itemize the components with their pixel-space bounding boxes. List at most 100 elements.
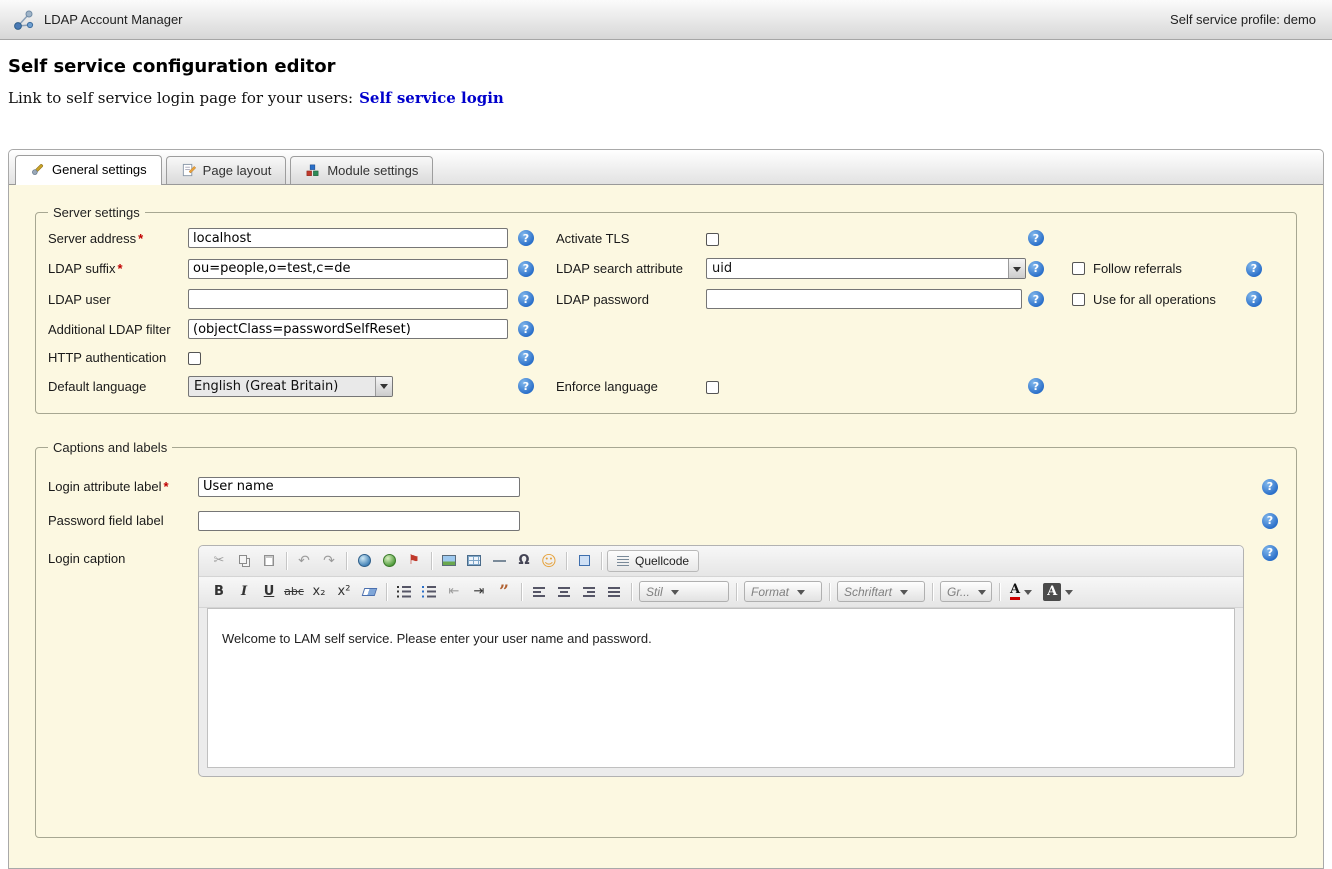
format-dropdown[interactable]: Format <box>744 581 822 602</box>
tab-general-settings[interactable]: General settings <box>15 155 162 185</box>
blockquote-icon[interactable]: ” <box>492 581 516 603</box>
eraser-icon-shape <box>361 588 377 596</box>
login-attribute-input[interactable] <box>198 477 520 497</box>
link-icon[interactable] <box>352 550 376 572</box>
help-icon[interactable]: ? <box>518 350 534 366</box>
bold-icon[interactable]: B <box>207 581 231 603</box>
italic-icon[interactable]: I <box>232 581 256 603</box>
outdent-icon[interactable]: ⇤ <box>442 581 466 603</box>
superscript-icon[interactable]: x² <box>332 581 356 603</box>
maximize-icon[interactable] <box>572 550 596 572</box>
align-right-icon-shape <box>583 587 595 597</box>
source-button[interactable]: Quellcode <box>607 550 699 572</box>
indent-icon[interactable]: ⇥ <box>467 581 491 603</box>
style-dropdown-label: Stil <box>646 585 663 599</box>
help-icon[interactable]: ? <box>1246 261 1262 277</box>
follow-referrals-checkbox[interactable] <box>1072 262 1085 275</box>
editor-toolbar-1: ✂ ↶ ↷ ⚑ Ω <box>199 546 1243 577</box>
dropdown-arrow-icon <box>797 590 805 599</box>
editor-content-text: Welcome to LAM self service. Please ente… <box>222 631 652 646</box>
password-field-label-input[interactable] <box>198 511 520 531</box>
help-icon[interactable]: ? <box>518 291 534 307</box>
tab-page-layout[interactable]: Page layout <box>166 156 287 184</box>
enforce-language-checkbox[interactable] <box>706 381 719 394</box>
self-service-login-link[interactable]: Self service login <box>359 89 504 107</box>
required-marker: * <box>163 479 168 494</box>
required-marker: * <box>117 261 122 276</box>
underline-icon[interactable]: U <box>257 581 281 603</box>
default-language-label: Default language <box>48 379 188 394</box>
toolbar-separator <box>346 552 347 570</box>
help-icon[interactable]: ? <box>518 321 534 337</box>
help-icon[interactable]: ? <box>1262 545 1278 561</box>
activate-tls-checkbox[interactable] <box>706 233 719 246</box>
align-left-icon[interactable] <box>527 581 551 603</box>
help-icon[interactable]: ? <box>518 230 534 246</box>
smiley-icon[interactable]: ☺ <box>537 550 561 572</box>
tools-icon <box>30 162 45 177</box>
anchor-icon[interactable]: ⚑ <box>402 550 426 572</box>
help-icon[interactable]: ? <box>1262 513 1278 529</box>
help-icon[interactable]: ? <box>1028 261 1044 277</box>
use-for-all-operations-checkbox[interactable] <box>1072 293 1085 306</box>
server-address-input[interactable] <box>188 228 508 248</box>
settings-tabs-widget: General settings Page layout Module sett… <box>8 149 1324 869</box>
cut-icon[interactable]: ✂ <box>207 550 231 572</box>
help-icon[interactable]: ? <box>1028 291 1044 307</box>
align-justify-icon[interactable] <box>602 581 626 603</box>
ldap-suffix-input[interactable] <box>188 259 508 279</box>
undo-icon[interactable]: ↶ <box>292 550 316 572</box>
dropdown-arrow-icon <box>900 590 908 599</box>
horizontal-rule-icon[interactable] <box>487 550 511 572</box>
bulleted-list-icon[interactable] <box>417 581 441 603</box>
lam-logo-icon <box>12 8 36 32</box>
align-right-icon[interactable] <box>577 581 601 603</box>
remove-format-icon[interactable] <box>357 581 381 603</box>
table-icon[interactable] <box>462 550 486 572</box>
toolbar-separator <box>829 583 830 601</box>
dropdown-arrow-icon <box>1024 590 1032 599</box>
ldap-search-attribute-select[interactable]: uid <box>706 258 1026 279</box>
activate-tls-label: Activate TLS <box>556 231 706 246</box>
strikethrough-icon[interactable]: abc <box>282 581 306 603</box>
ldap-user-input[interactable] <box>188 289 508 309</box>
special-character-icon[interactable]: Ω <box>512 550 536 572</box>
http-authentication-checkbox[interactable] <box>188 352 201 365</box>
tab-label: Page layout <box>203 163 272 178</box>
help-icon[interactable]: ? <box>1028 230 1044 246</box>
tab-module-settings[interactable]: Module settings <box>290 156 433 184</box>
help-icon[interactable]: ? <box>1262 479 1278 495</box>
text-color-button[interactable]: A <box>1005 581 1037 603</box>
paste-icon[interactable] <box>257 550 281 572</box>
ldap-password-label: LDAP password <box>556 292 706 307</box>
captions-and-labels-fieldset: Captions and labels Login attribute labe… <box>35 440 1297 838</box>
font-dropdown[interactable]: Schriftart <box>837 581 925 602</box>
dropdown-arrow-icon <box>1008 259 1025 278</box>
align-center-icon[interactable] <box>552 581 576 603</box>
toolbar-separator <box>521 583 522 601</box>
help-icon[interactable]: ? <box>1246 291 1262 307</box>
image-icon[interactable] <box>437 550 461 572</box>
ldap-password-input[interactable] <box>706 289 1022 309</box>
background-color-button[interactable]: A <box>1038 581 1078 603</box>
app-brand: LDAP Account Manager <box>12 8 183 32</box>
editor-toolbar-2: B I U abc x₂ x² ⇤ ⇥ ” <box>199 577 1243 608</box>
server-settings-legend: Server settings <box>48 205 145 220</box>
font-size-dropdown[interactable]: Gr... <box>940 581 992 602</box>
help-icon[interactable]: ? <box>1028 378 1044 394</box>
style-dropdown[interactable]: Stil <box>639 581 729 602</box>
enforce-language-label: Enforce language <box>556 379 706 394</box>
selected-value: uid <box>712 261 732 276</box>
copy-icon[interactable] <box>232 550 256 572</box>
toolbar-separator <box>999 583 1000 601</box>
additional-ldap-filter-input[interactable] <box>188 319 508 339</box>
unlink-icon[interactable] <box>377 550 401 572</box>
numbered-list-icon[interactable] <box>392 581 416 603</box>
help-icon[interactable]: ? <box>518 261 534 277</box>
help-icon[interactable]: ? <box>518 378 534 394</box>
editor-content-area[interactable]: Welcome to LAM self service. Please ente… <box>207 608 1235 768</box>
default-language-select[interactable]: English (Great Britain) <box>188 376 393 397</box>
redo-icon[interactable]: ↷ <box>317 550 341 572</box>
login-caption-row: Login caption ✂ ↶ ↷ ⚑ <box>48 545 1284 777</box>
subscript-icon[interactable]: x₂ <box>307 581 331 603</box>
